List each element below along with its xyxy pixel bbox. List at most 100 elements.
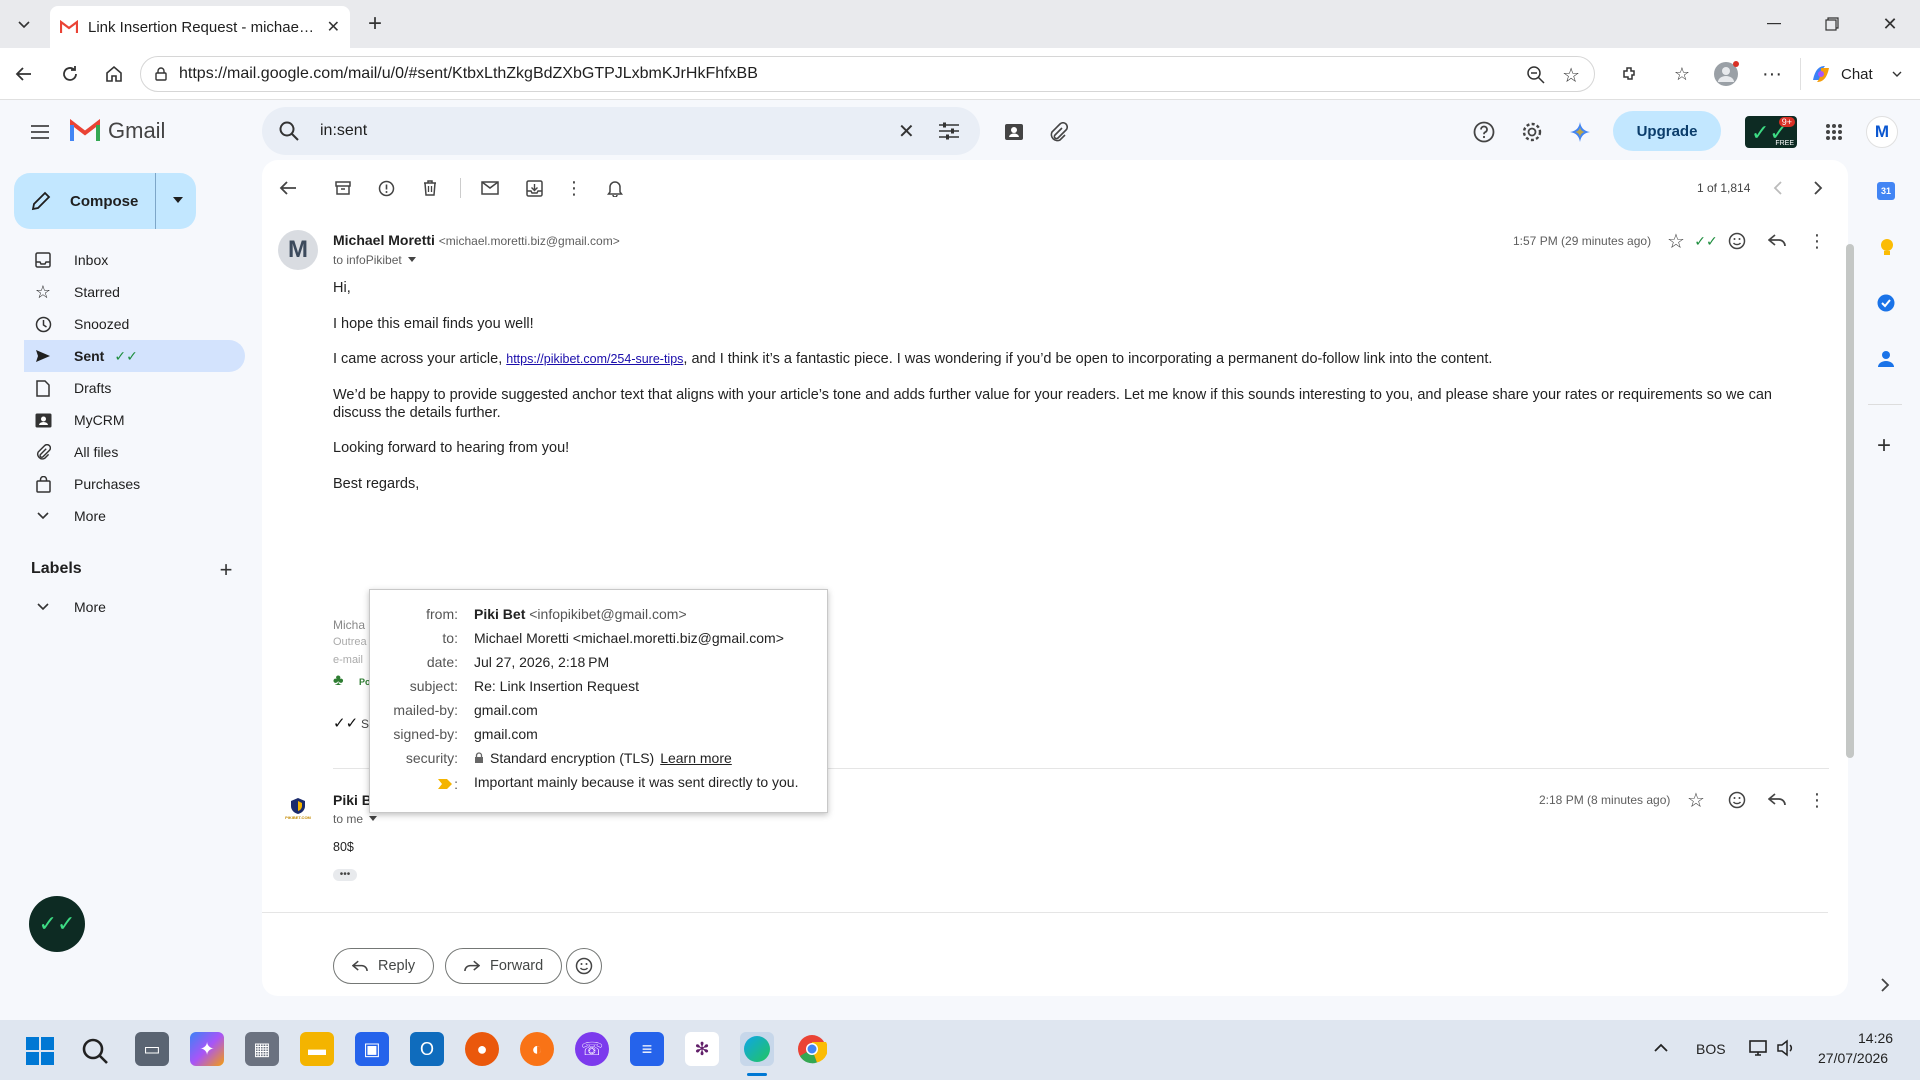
help-icon[interactable] xyxy=(1470,118,1498,146)
compose-options-chevron-icon[interactable] xyxy=(172,195,184,205)
task-view-icon[interactable]: ▭ xyxy=(135,1032,169,1066)
learn-more-link[interactable]: Learn more xyxy=(660,750,732,766)
show-details-caret-icon[interactable] xyxy=(369,816,378,822)
home-icon[interactable] xyxy=(100,60,128,88)
main-menu-hamburger-icon[interactable] xyxy=(26,118,54,146)
browser-tab-active[interactable]: Link Insertion Request - michael.m ✕ xyxy=(50,6,350,48)
mark-unread-icon[interactable] xyxy=(478,176,502,200)
show-details-caret-icon[interactable] xyxy=(407,257,416,263)
microsoft-store-icon[interactable]: ▣ xyxy=(355,1032,389,1066)
firefox-icon[interactable]: ◐ xyxy=(520,1032,554,1066)
google-apps-grid-icon[interactable] xyxy=(1820,118,1848,146)
sidebar-item-snoozed[interactable]: Snoozed xyxy=(24,308,245,340)
clock-time[interactable]: 14:26 xyxy=(1858,1030,1893,1046)
forward-button[interactable]: Forward xyxy=(445,948,563,984)
settings-gear-icon[interactable] xyxy=(1518,118,1546,146)
sidebar-item-purchases[interactable]: Purchases xyxy=(24,468,245,500)
file-explorer-icon[interactable]: ▬ xyxy=(300,1032,334,1066)
search-bar[interactable]: in:sent ✕ xyxy=(262,107,980,155)
gemini-sparkle-icon[interactable] xyxy=(1566,118,1594,146)
sidebar-item-all-files[interactable]: All files xyxy=(24,436,245,468)
calendar-app-icon[interactable]: 31 xyxy=(1877,182,1895,200)
sender-name[interactable]: Michael Moretti xyxy=(333,232,435,248)
reply-arrow-icon[interactable] xyxy=(1765,788,1789,812)
upgrade-button[interactable]: Upgrade xyxy=(1613,111,1721,151)
restore-window-icon[interactable] xyxy=(1818,10,1846,38)
zoom-icon[interactable] xyxy=(1526,65,1546,85)
more-options-vertical-icon[interactable]: ⋮ xyxy=(1805,788,1829,812)
show-hidden-icons-chevron-icon[interactable] xyxy=(1654,1043,1668,1053)
contacts-app-icon[interactable] xyxy=(1878,350,1894,368)
copilot-taskbar-icon[interactable]: ✦ xyxy=(190,1032,224,1066)
notification-bell-icon[interactable] xyxy=(603,176,627,200)
clear-search-icon[interactable]: ✕ xyxy=(898,119,915,144)
outlook-icon[interactable]: O xyxy=(410,1032,444,1066)
attachment-paperclip-icon[interactable] xyxy=(1044,118,1072,146)
extension-floating-button[interactable]: ✓✓ xyxy=(29,896,85,952)
duckduckgo-browser-icon[interactable]: ● xyxy=(465,1032,499,1066)
calculator-icon[interactable]: ▦ xyxy=(245,1032,279,1066)
delete-trash-icon[interactable] xyxy=(418,176,442,200)
address-bar[interactable]: https://mail.google.com/mail/u/0/#sent/K… xyxy=(140,56,1595,92)
archive-icon[interactable] xyxy=(331,176,355,200)
reload-icon[interactable] xyxy=(56,60,84,88)
sidebar-item-mycrm[interactable]: MyCRM xyxy=(24,404,245,436)
copilot-chat-button[interactable]: Chat xyxy=(1800,58,1911,90)
search-input[interactable]: in:sent xyxy=(320,122,367,140)
newer-chevron-left-icon[interactable] xyxy=(1766,176,1790,200)
clock-date[interactable]: 27/07/2026 xyxy=(1818,1050,1888,1066)
volume-icon[interactable] xyxy=(1776,1039,1796,1057)
chrome-icon[interactable] xyxy=(795,1032,829,1066)
move-to-icon[interactable] xyxy=(522,176,546,200)
back-to-list-icon[interactable] xyxy=(276,176,300,200)
favorite-star-icon[interactable]: ☆ xyxy=(1562,63,1580,88)
back-arrow-icon[interactable] xyxy=(10,60,38,88)
report-spam-icon[interactable] xyxy=(374,176,398,200)
emoji-react-button[interactable] xyxy=(566,948,602,984)
sidebar-item-drafts[interactable]: Drafts xyxy=(24,372,245,404)
search-icon[interactable] xyxy=(278,120,300,142)
emoji-react-icon[interactable] xyxy=(1725,229,1749,253)
message2-sender-partial[interactable]: Piki B xyxy=(333,792,372,808)
message2-recipients[interactable]: to me xyxy=(333,812,378,826)
more-options-vertical-icon[interactable]: ⋮ xyxy=(1805,229,1829,253)
message1-recipients[interactable]: to infoPikibet xyxy=(333,253,416,267)
older-chevron-right-icon[interactable] xyxy=(1806,176,1830,200)
keep-app-icon[interactable] xyxy=(1879,238,1895,258)
reply-arrow-icon[interactable] xyxy=(1765,229,1789,253)
star-icon[interactable]: ☆ xyxy=(1684,788,1708,812)
slack-icon[interactable]: ✻ xyxy=(685,1032,719,1066)
gmail-logo[interactable]: Gmail xyxy=(70,118,165,144)
contact-card-icon[interactable] xyxy=(1000,118,1028,146)
tasks-app-icon[interactable] xyxy=(1877,294,1895,312)
sidebar-item-sent[interactable]: Sent ✓✓ xyxy=(24,340,245,372)
reply-button[interactable]: Reply xyxy=(333,948,435,984)
search-options-sliders-icon[interactable] xyxy=(938,121,960,141)
get-addons-plus-icon[interactable]: + xyxy=(1877,432,1891,460)
site-info-icon[interactable] xyxy=(153,66,169,82)
sidebar-item-starred[interactable]: ☆ Starred xyxy=(24,276,245,308)
message-scrollbar[interactable] xyxy=(1846,244,1854,758)
add-label-plus-icon[interactable]: + xyxy=(212,556,240,584)
article-link[interactable]: https://pikibet.com/254-sure-tips xyxy=(506,352,683,366)
start-button[interactable] xyxy=(25,1036,55,1066)
emoji-react-icon[interactable] xyxy=(1725,788,1749,812)
viber-icon[interactable]: ☏ xyxy=(575,1032,609,1066)
browser-menu-dots-icon[interactable]: ··· xyxy=(1758,60,1786,88)
edge-browser-icon[interactable] xyxy=(740,1032,774,1066)
sidebar-item-inbox[interactable]: Inbox xyxy=(24,244,245,276)
new-tab-icon[interactable]: + xyxy=(361,10,389,38)
side-panel-toggle-icon[interactable] xyxy=(1880,978,1890,992)
more-options-vertical-icon[interactable]: ⋮ xyxy=(562,176,586,200)
star-icon[interactable]: ☆ xyxy=(1664,229,1688,253)
close-window-icon[interactable]: ✕ xyxy=(1876,10,1904,38)
taskbar-search-icon[interactable] xyxy=(80,1036,110,1066)
extension-logo-button[interactable]: ✓✓ 9+ FREE xyxy=(1745,116,1797,148)
minimize-window-icon[interactable] xyxy=(1760,10,1788,38)
labels-more[interactable]: More xyxy=(24,591,245,623)
input-language[interactable]: BOS xyxy=(1696,1041,1726,1057)
tab-list-chevron-icon[interactable] xyxy=(10,10,38,38)
network-icon[interactable] xyxy=(1748,1039,1768,1057)
notepad-icon[interactable]: ≡ xyxy=(630,1032,664,1066)
sidebar-item-more[interactable]: More xyxy=(24,500,245,532)
